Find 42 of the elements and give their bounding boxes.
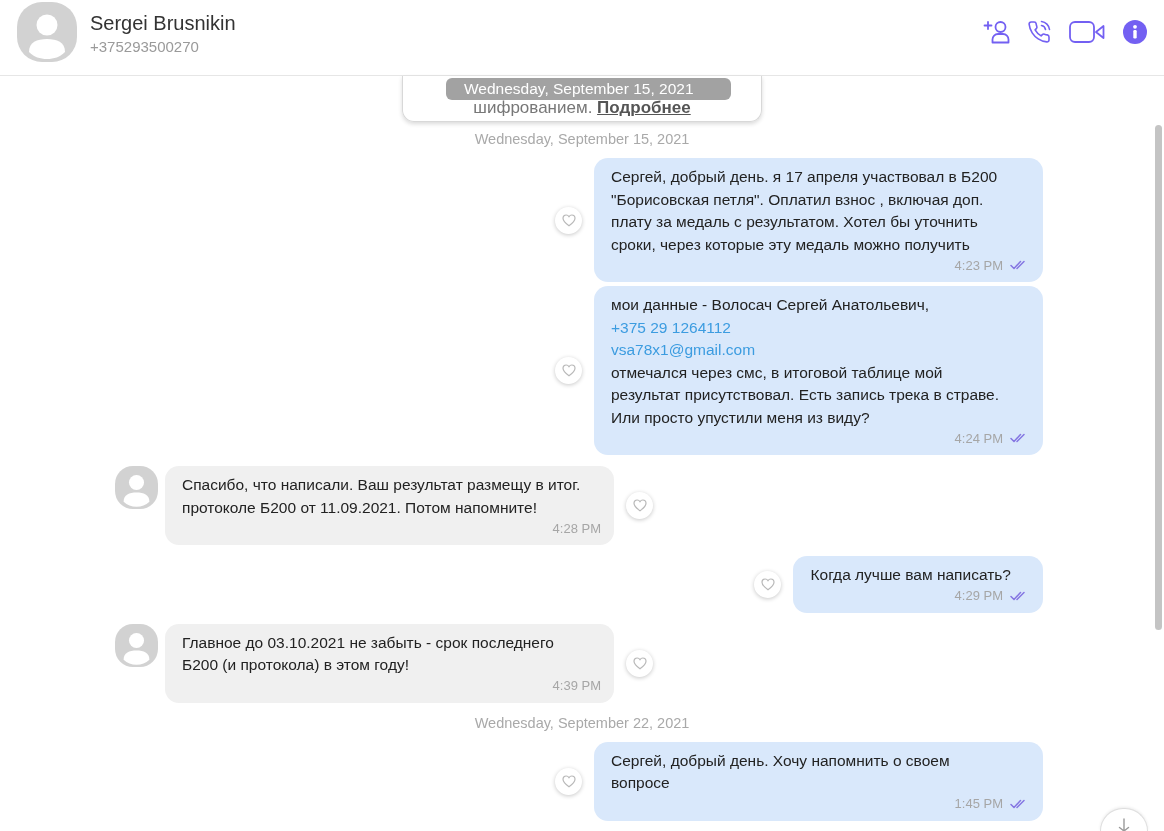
message-time: 4:28 PM: [552, 520, 601, 536]
contact-phone: +375293500270: [90, 37, 200, 57]
message-time: 1:45 PM: [954, 796, 1003, 811]
info-icon[interactable]: [1123, 20, 1147, 44]
video-camera-icon[interactable]: [1069, 20, 1105, 44]
message-text: Сергей, добрый день. я 17 апреля участвовал в Б200 "Борисовская петля". Оплатил взнос , включая доп. плату за медаль с результатом. Хотел бы уточнить сроки, через которые эту медаль можно получить: [611, 167, 999, 255]
heart-icon: [561, 364, 576, 377]
message-text: Спасибо, что написали. Ваш результат размещу в итог. протоколе Б200 от 11.09.2021. Потом напомните!: [182, 475, 582, 518]
sender-avatar: [115, 466, 158, 509]
message-link[interactable]: +375 29 1264112: [611, 318, 731, 336]
like-button[interactable]: [555, 206, 582, 234]
like-button[interactable]: [555, 767, 582, 795]
more-link[interactable]: Подробнее: [597, 98, 691, 117]
heart-icon: [632, 499, 647, 512]
message-time: 4:29 PM: [954, 588, 1003, 603]
like-button[interactable]: [555, 357, 582, 384]
heart-icon: [761, 577, 775, 591]
date-separator: Wednesday, September 22, 2021: [474, 713, 690, 732]
notice-text: шифрованием. Подробнее: [473, 98, 691, 118]
like-button[interactable]: [626, 649, 653, 677]
phone-call-icon[interactable]: [1027, 20, 1051, 44]
message-time: 4:39 PM: [552, 678, 601, 693]
message-text: мои данные - Волосач Сергей Анатольевич, +375 29 1264112 vsa78x1@gmail.com отмечался через смс, в итоговой таблице мой результат присутствовал. Есть запись трека в страве. Или просто упустили меня из виду?: [611, 295, 1001, 428]
message-text: Главное до 03.10.2021 не забыть - срок последнего Б200 (и протокола) в этом году!: [182, 632, 555, 675]
heart-icon: [632, 656, 647, 670]
scroll-down-button[interactable]: [1100, 808, 1148, 831]
scrollbar-thumb[interactable]: [1155, 125, 1162, 630]
message-time: 4:24 PM: [954, 430, 1003, 446]
floating-date: Wednesday, September 15, 2021: [446, 78, 731, 100]
arrow-down-icon: [1118, 818, 1130, 831]
heart-icon: [561, 213, 576, 227]
message-link[interactable]: vsa78x1@gmail.com: [611, 341, 756, 358]
date-separator: Wednesday, September 15, 2021: [474, 130, 690, 148]
heart-icon: [561, 774, 576, 788]
like-button[interactable]: [626, 492, 653, 519]
message-text: Сергей, добрый день. Хочу напомнить о своем вопросе: [611, 750, 951, 793]
sender-avatar: [115, 623, 158, 667]
message-text: Когда лучше вам написать?: [810, 565, 1011, 585]
message-time: 4:23 PM: [954, 257, 1003, 273]
add-contact-icon[interactable]: [983, 20, 1011, 44]
contact-name: Sergei Brusnikin: [90, 11, 236, 35]
like-button[interactable]: [754, 570, 782, 598]
